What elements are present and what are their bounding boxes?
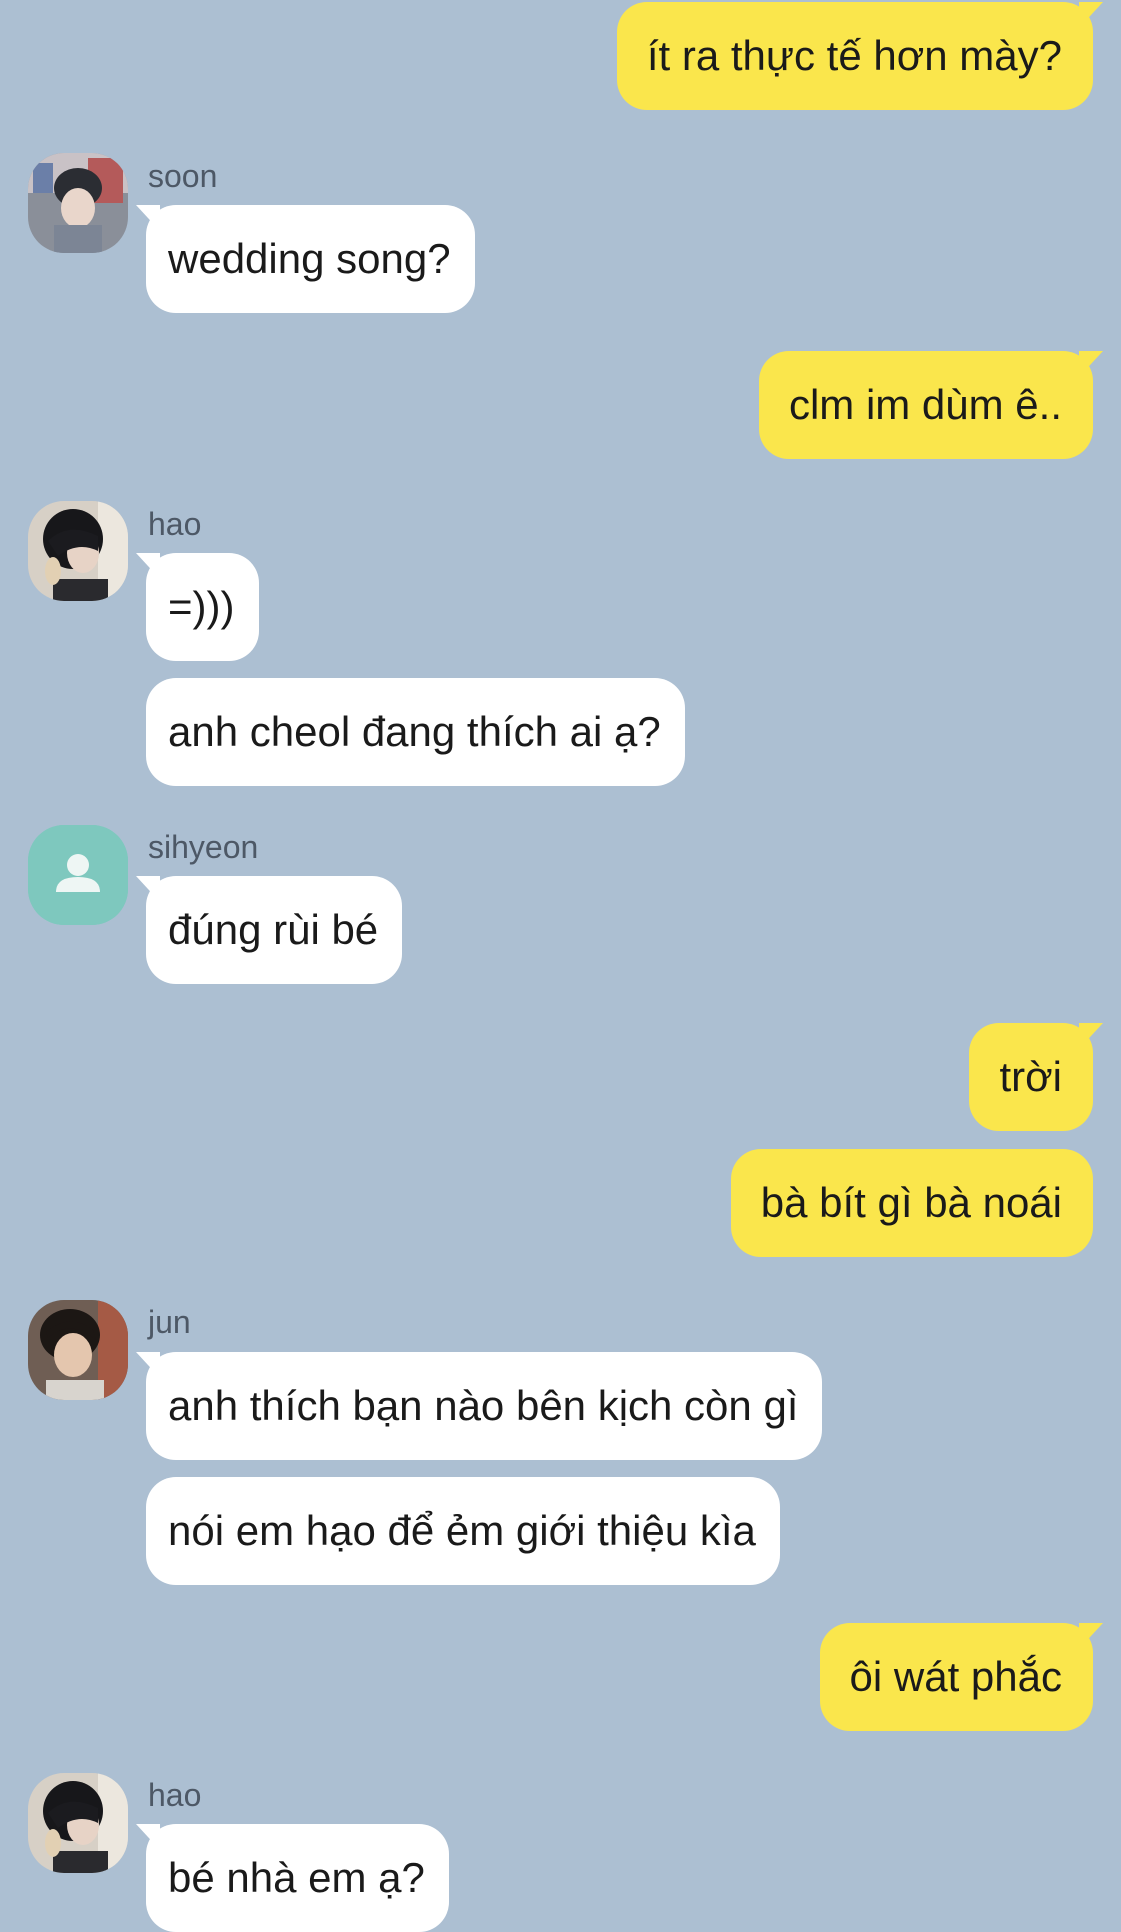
default-person-icon — [28, 825, 128, 925]
avatar-hao[interactable] — [28, 501, 128, 601]
avatar-soon[interactable] — [28, 153, 128, 253]
photo-avatar-icon — [28, 1300, 128, 1400]
incoming-message[interactable]: =))) — [136, 553, 259, 661]
outgoing-message[interactable]: ôi wát phắc — [819, 1623, 1104, 1731]
incoming-message[interactable]: wedding song? — [136, 205, 475, 313]
incoming-message[interactable]: bé nhà em ạ? — [136, 1824, 449, 1932]
sender-name: hao — [148, 506, 202, 542]
avatar-hao[interactable] — [28, 1773, 128, 1873]
sender-name: jun — [148, 1304, 191, 1340]
photo-avatar-icon — [28, 1773, 128, 1873]
sender-name: soon — [148, 158, 218, 194]
avatar-jun[interactable] — [28, 1300, 128, 1400]
incoming-message[interactable]: đúng rùi bé — [135, 876, 403, 984]
outgoing-message[interactable]: trời — [969, 1023, 1103, 1131]
outgoing-message[interactable]: ít ra thực tế hơn mày? — [616, 2, 1104, 110]
avatar-sihyeon[interactable] — [28, 825, 128, 925]
incoming-message[interactable]: anh cheol đang thích ai ạ? — [146, 678, 685, 786]
sender-name: sihyeon — [148, 829, 259, 865]
outgoing-message[interactable]: bà bít gì bà noái — [730, 1149, 1093, 1257]
outgoing-message[interactable]: clm im dùm ê.. — [758, 351, 1104, 459]
chat-thread[interactable]: ít ra thực tế hơn mày? soon wedding song… — [0, 0, 1121, 1932]
sender-name: hao — [148, 1777, 202, 1813]
incoming-message[interactable]: anh thích bạn nào bên kịch còn gì — [135, 1352, 823, 1460]
photo-avatar-icon — [28, 153, 128, 253]
incoming-message[interactable]: nói em hạo để ẻm giới thiệu kìa — [146, 1477, 780, 1585]
photo-avatar-icon — [28, 501, 128, 601]
